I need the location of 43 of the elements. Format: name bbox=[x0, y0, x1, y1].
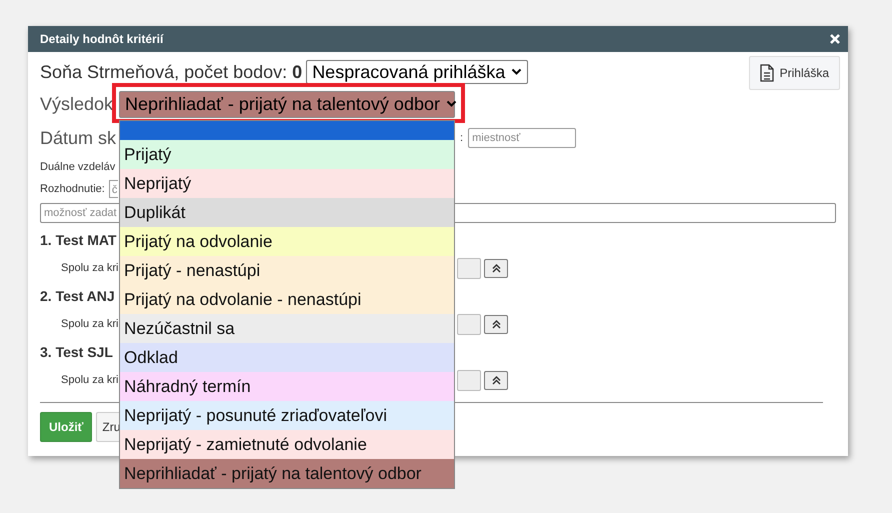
room-label: : bbox=[460, 132, 464, 144]
test-title: 2. Test ANJ bbox=[40, 288, 115, 304]
total-label: Spolu za kri bbox=[61, 318, 118, 330]
test-title: 1. Test MAT bbox=[40, 232, 116, 248]
score-field[interactable] bbox=[457, 258, 482, 278]
dropdown-option[interactable]: Prijatý na odvolanie - nenastúpi bbox=[120, 284, 454, 314]
applicant-text: Soňa Strmeňová, počet bodov: 0 bbox=[40, 62, 302, 82]
score-field[interactable] bbox=[457, 370, 482, 390]
window-title: Detaily hodnôt kritérií bbox=[40, 32, 164, 46]
dropdown-option[interactable]: Nezúčastnil sa bbox=[120, 314, 454, 342]
dropdown-option[interactable]: Prijatý - nenastúpi bbox=[120, 256, 454, 284]
collapse-button[interactable] bbox=[484, 370, 508, 390]
result-select[interactable]: Neprihliadať - prijatý na talentový odbor bbox=[119, 90, 456, 118]
dropdown-option[interactable]: Neprijatý - posunuté zriaďovateľovi bbox=[120, 400, 454, 430]
collapse-button[interactable] bbox=[484, 258, 508, 278]
status-select[interactable]: Nespracovaná prihláška bbox=[306, 60, 528, 84]
dropdown-option[interactable]: Prijatý bbox=[120, 140, 454, 168]
score-field[interactable] bbox=[457, 314, 482, 334]
double-chevron-icon bbox=[492, 320, 501, 328]
dropdown-option[interactable]: Neprijatý bbox=[120, 168, 454, 198]
result-label: Výsledok bbox=[40, 94, 114, 114]
application-button[interactable]: Prihláška bbox=[748, 56, 840, 90]
total-label: Spolu za kri bbox=[61, 262, 118, 274]
double-chevron-icon bbox=[492, 264, 501, 272]
dropdown-option[interactable]: Náhradný termín bbox=[120, 372, 454, 400]
decision-label: Rozhodnutie: bbox=[40, 183, 105, 195]
decision-select[interactable]: č bbox=[108, 180, 118, 198]
dropdown-option[interactable]: Prijatý na odvolanie bbox=[120, 226, 454, 256]
chevron-icon bbox=[446, 100, 457, 108]
dropdown-option[interactable]: Odklad bbox=[120, 342, 454, 372]
total-label: Spolu za kri bbox=[61, 374, 118, 386]
dropdown-option[interactable]: Neprihliadať - prijatý na talentový odbor bbox=[120, 458, 454, 488]
room-field[interactable]: miestnosť bbox=[468, 128, 576, 148]
dropdown-option[interactable]: Duplikát bbox=[120, 198, 454, 226]
test-title: 3. Test SJL bbox=[40, 344, 113, 360]
collapse-button[interactable] bbox=[484, 314, 508, 334]
document-icon bbox=[760, 64, 774, 82]
exam-date-label: Dátum sk bbox=[40, 128, 116, 148]
double-chevron-icon bbox=[492, 376, 501, 384]
chevron-icon bbox=[511, 68, 522, 76]
dropdown-option[interactable]: Neprijatý - zamietnuté odvolanie bbox=[120, 430, 454, 458]
dual-label: Duálne vzdeláv bbox=[40, 161, 116, 173]
close-icon[interactable] bbox=[830, 34, 840, 44]
